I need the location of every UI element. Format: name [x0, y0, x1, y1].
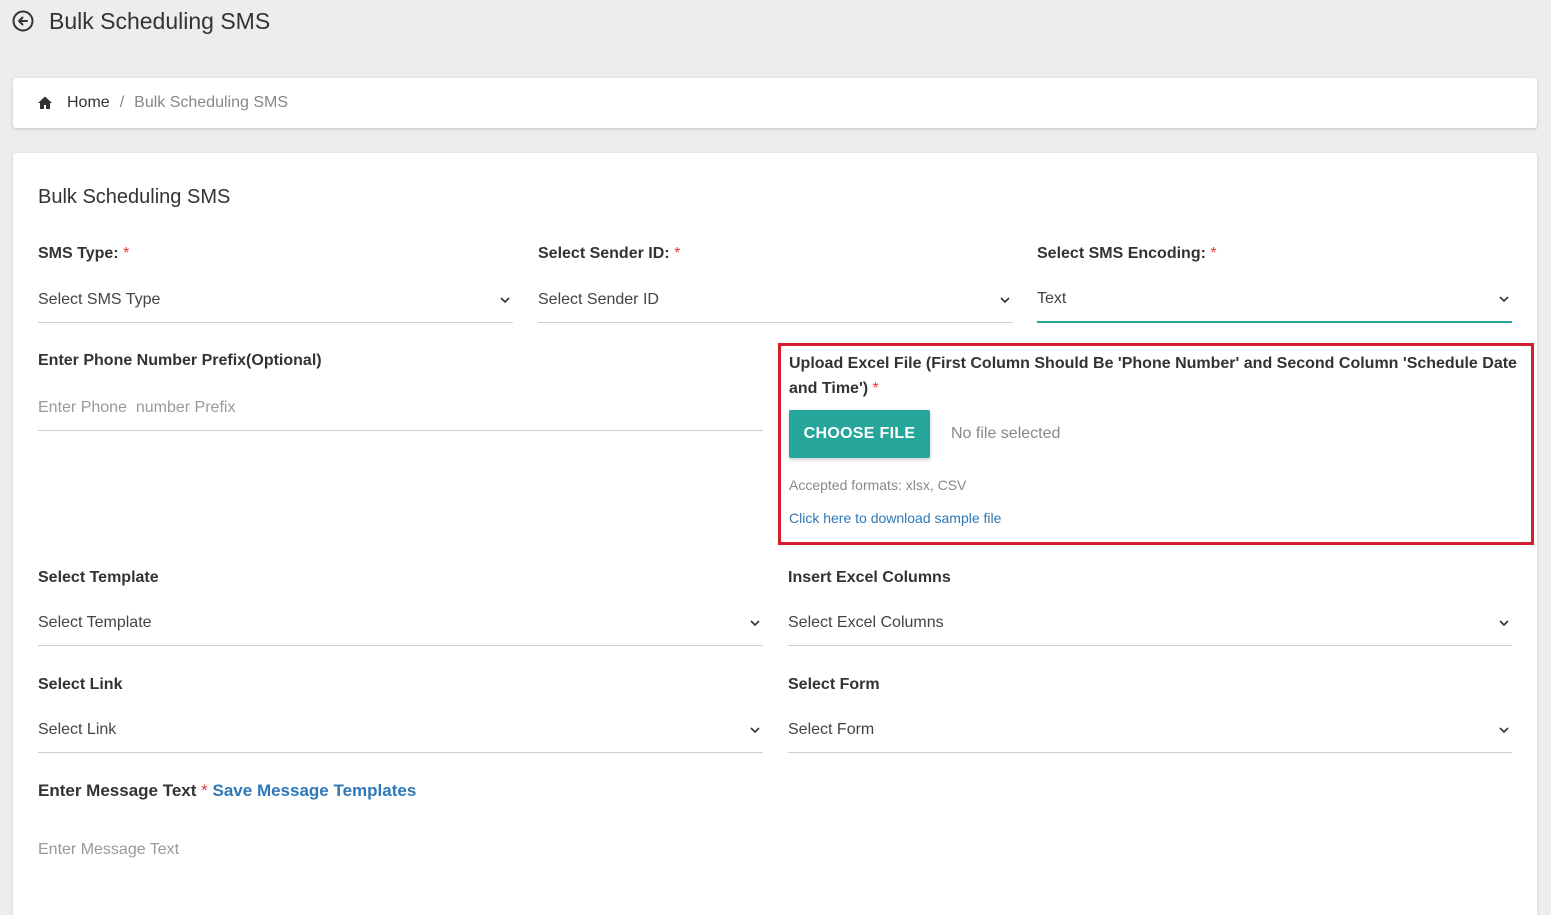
- excel-columns-field: Insert Excel Columns Select Excel Column…: [788, 565, 1512, 649]
- required-marker: *: [674, 245, 681, 262]
- back-arrow-icon[interactable]: [12, 10, 34, 32]
- form-select-field: Select Form Select Form: [788, 672, 1512, 756]
- link-value: Select Link: [38, 720, 117, 738]
- sender-id-value: Select Sender ID: [538, 290, 659, 308]
- sms-type-label: SMS Type:: [38, 245, 119, 262]
- accepted-formats-text: Accepted formats: xlsx, CSV: [789, 477, 967, 493]
- chevron-down-icon: [999, 294, 1011, 306]
- excel-columns-value: Select Excel Columns: [788, 613, 944, 631]
- required-marker: *: [1210, 245, 1217, 262]
- page-header: Bulk Scheduling SMS: [12, 6, 270, 36]
- chevron-down-icon: [1498, 724, 1510, 736]
- chevron-down-icon: [1498, 617, 1510, 629]
- page-title: Bulk Scheduling SMS: [49, 7, 271, 34]
- message-label: Enter Message Text: [38, 781, 197, 800]
- required-marker: *: [872, 380, 879, 397]
- phone-prefix-input[interactable]: [38, 385, 763, 431]
- form-select-value: Select Form: [788, 720, 875, 738]
- prefix-label: Enter Phone Number Prefix(Optional): [38, 352, 322, 369]
- encoding-label: Select SMS Encoding:: [1037, 245, 1206, 262]
- breadcrumb: Home / Bulk Scheduling SMS: [13, 78, 1537, 128]
- form-select[interactable]: Select Form: [788, 707, 1512, 753]
- template-select[interactable]: Select Template: [38, 600, 763, 646]
- sms-type-field: SMS Type: * Select SMS Type: [38, 241, 513, 325]
- form-card: Bulk Scheduling SMS SMS Type: * Select S…: [13, 153, 1537, 915]
- form-select-label: Select Form: [788, 676, 880, 693]
- home-icon[interactable]: [37, 95, 53, 111]
- breadcrumb-current: Bulk Scheduling SMS: [134, 94, 288, 111]
- encoding-select[interactable]: Text: [1037, 277, 1512, 323]
- excel-columns-select[interactable]: Select Excel Columns: [788, 600, 1512, 646]
- upload-excel-section: Upload Excel File (First Column Should B…: [778, 343, 1534, 545]
- message-text-input[interactable]: [38, 841, 1512, 901]
- template-label: Select Template: [38, 569, 159, 586]
- prefix-field: Enter Phone Number Prefix(Optional): [38, 348, 763, 433]
- breadcrumb-home-link[interactable]: Home: [67, 94, 110, 112]
- required-marker: *: [201, 781, 208, 800]
- template-value: Select Template: [38, 613, 152, 631]
- chevron-down-icon: [1498, 293, 1510, 305]
- encoding-value: Text: [1037, 290, 1067, 307]
- sender-id-field: Select Sender ID: * Select Sender ID: [538, 241, 1013, 325]
- required-marker: *: [123, 245, 130, 262]
- sms-type-select[interactable]: Select SMS Type: [38, 277, 513, 323]
- upload-label: Upload Excel File (First Column Should B…: [789, 355, 1517, 397]
- link-select[interactable]: Select Link: [38, 707, 763, 753]
- chevron-down-icon: [749, 617, 761, 629]
- card-title: Bulk Scheduling SMS: [38, 186, 231, 208]
- choose-file-button[interactable]: CHOOSE FILE: [789, 410, 930, 458]
- sms-type-value: Select SMS Type: [38, 290, 161, 308]
- chevron-down-icon: [749, 724, 761, 736]
- link-label: Select Link: [38, 676, 123, 693]
- file-status-text: No file selected: [951, 425, 1061, 442]
- breadcrumb-separator: /: [119, 94, 125, 111]
- sender-id-label: Select Sender ID:: [538, 245, 670, 262]
- link-field: Select Link Select Link: [38, 672, 763, 756]
- encoding-field: Select SMS Encoding: * Text: [1037, 241, 1512, 325]
- download-sample-link[interactable]: Click here to download sample file: [789, 510, 1001, 526]
- chevron-down-icon: [499, 294, 511, 306]
- save-message-templates-link[interactable]: Save Message Templates: [213, 781, 417, 800]
- template-field: Select Template Select Template: [38, 565, 763, 649]
- sender-id-select[interactable]: Select Sender ID: [538, 277, 1013, 323]
- excel-columns-label: Insert Excel Columns: [788, 569, 951, 586]
